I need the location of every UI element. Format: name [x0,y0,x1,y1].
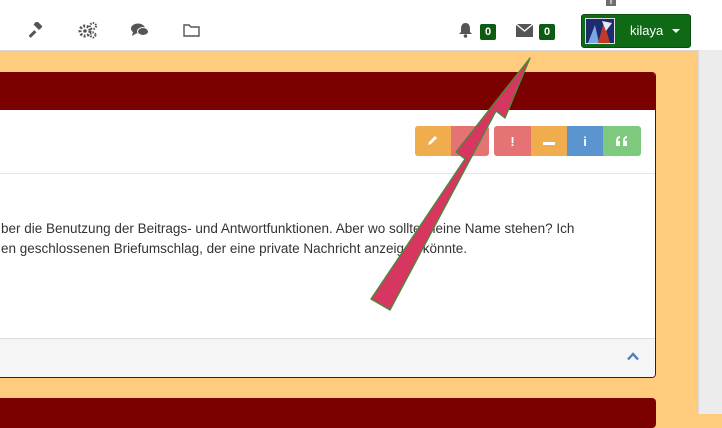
gavel-icon[interactable] [29,22,45,38]
folder-icon[interactable] [183,23,200,37]
minus-button[interactable] [531,126,567,156]
chevron-down-icon [672,29,680,33]
edit-button[interactable] [415,126,451,156]
post-body: ber die Benutzung der Beitrags- und Antw… [1,219,641,259]
notifications-badge[interactable]: 0 [480,24,496,40]
envelope-icon[interactable] [516,24,533,37]
minus-icon [543,141,555,145]
post-footer [0,338,655,377]
post-toolbar: ! i [0,110,655,174]
post-header [0,73,655,110]
chevron-up-icon[interactable] [627,352,639,361]
report-button[interactable]: ! [494,126,531,156]
avatar [585,18,615,44]
post-text-line-2: en geschlossenen Briefumschlag, der eine… [1,241,468,256]
post-panel: ! i ber die Benutzung der Beitrags- und … [0,72,656,378]
messages-badge[interactable]: 0 [539,24,555,40]
user-menu-button[interactable]: kilaya [581,14,691,48]
user-name: kilaya [630,23,664,38]
next-post-header [0,398,656,428]
quote-button[interactable] [603,126,641,156]
comments-icon[interactable] [131,23,149,38]
post-text-line-1: ber die Benutzung der Beitrags- und Antw… [1,221,575,236]
pencil-icon [428,135,437,145]
delete-button[interactable] [451,126,489,156]
top-navbar: 0 0 kilaya 8 [0,0,722,51]
bell-icon[interactable] [458,22,473,38]
quote-icon [616,135,627,146]
cogs-icon[interactable] [78,21,98,39]
info-button[interactable]: i [567,126,603,156]
scroll-track[interactable] [698,50,722,414]
top-mark: 8 [606,0,616,6]
